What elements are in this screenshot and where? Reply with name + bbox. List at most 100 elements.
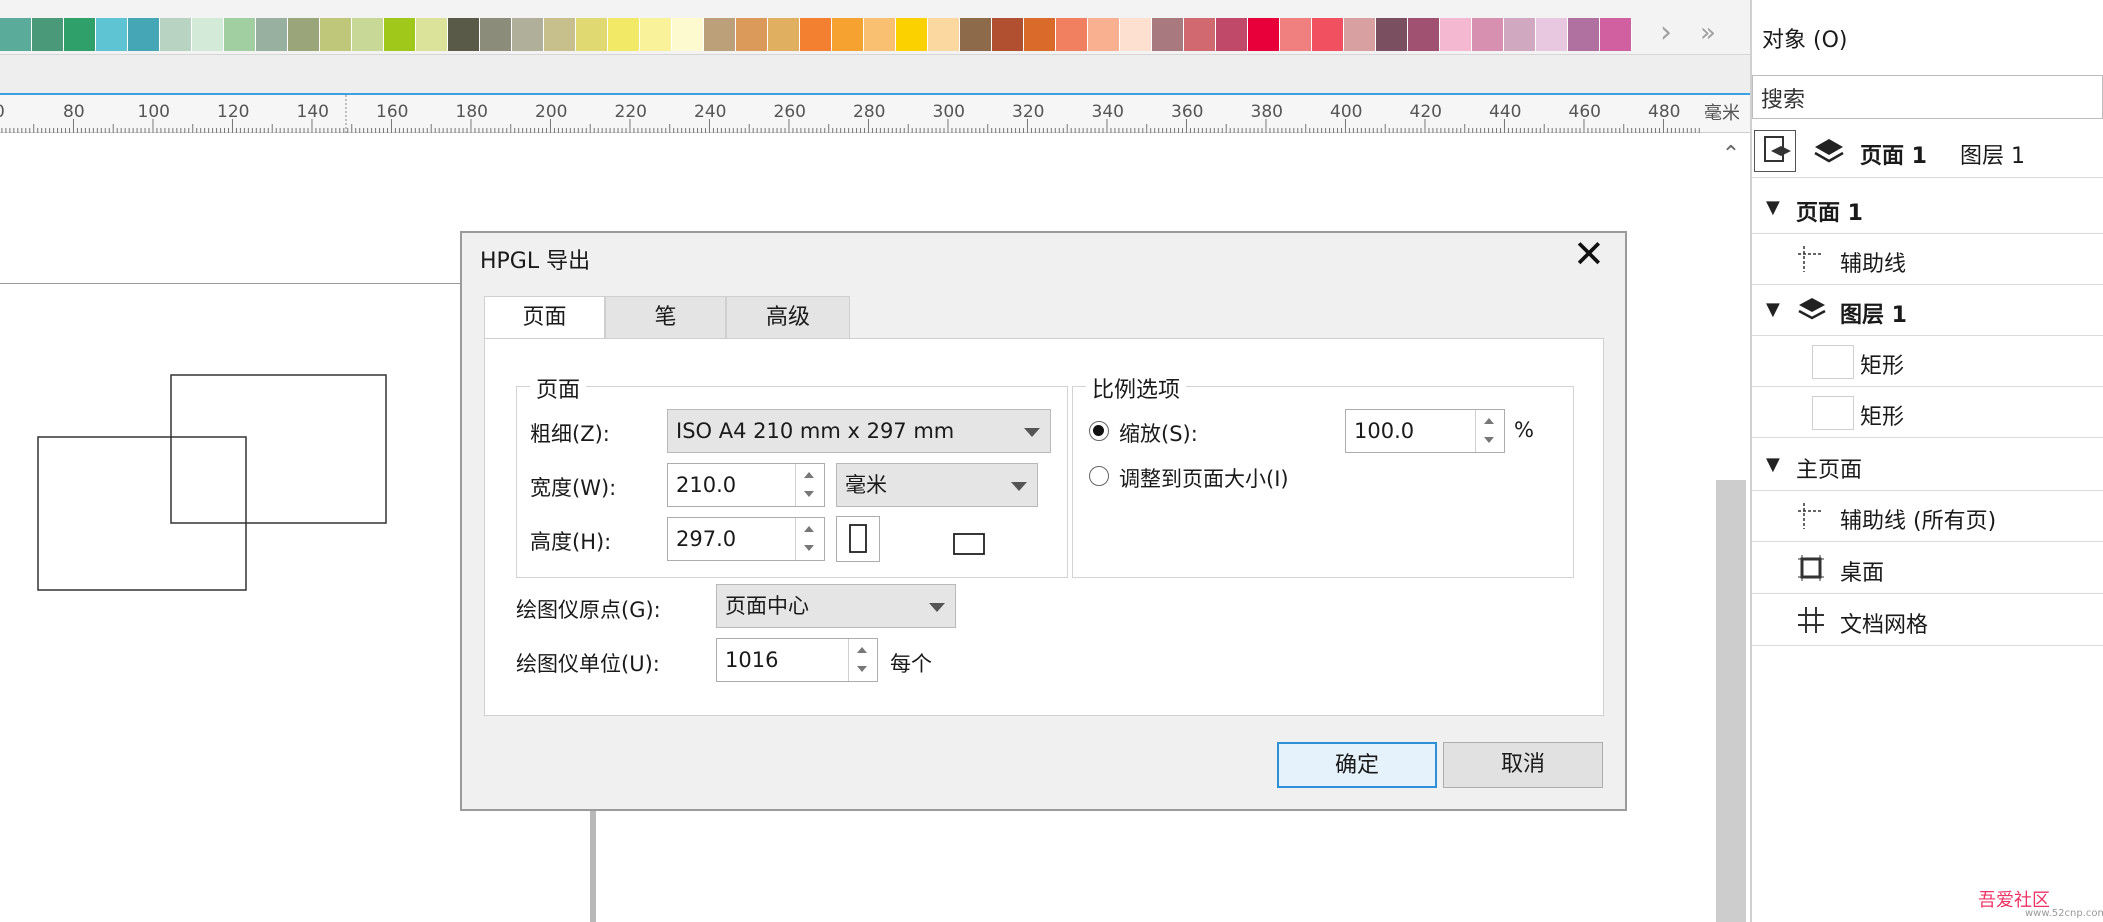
spin-down-icon[interactable] [804, 545, 814, 551]
color-swatch[interactable] [1056, 18, 1088, 51]
tree-item-rectangle[interactable]: 矩形 [1752, 387, 2103, 438]
color-swatch[interactable] [480, 18, 512, 51]
color-swatch[interactable] [1152, 18, 1184, 51]
search-input[interactable]: 搜索 [1752, 75, 2103, 119]
spin-up-icon[interactable] [857, 647, 867, 653]
color-swatch[interactable] [800, 18, 832, 51]
color-swatch[interactable] [352, 18, 384, 51]
tab-page[interactable]: 页面 [484, 296, 605, 341]
color-swatch[interactable] [1344, 18, 1376, 51]
tree-item-rectangle[interactable]: 矩形 [1752, 336, 2103, 387]
origin-dropdown[interactable]: 页面中心 [716, 584, 956, 628]
color-swatch[interactable] [1376, 18, 1408, 51]
triangle-down-icon[interactable]: ▼ [1766, 454, 1780, 475]
tree-item-desktop[interactable]: 桌面 [1752, 543, 2103, 594]
tree-item-guides-all-pages[interactable]: 辅助线 (所有页) [1752, 491, 2103, 542]
color-swatch[interactable] [96, 18, 128, 51]
chevron-right-icon[interactable]: › [1660, 16, 1672, 50]
color-swatch[interactable] [128, 18, 160, 51]
stepper-buttons[interactable] [795, 464, 824, 506]
landscape-button[interactable] [940, 522, 996, 562]
ok-button[interactable]: 确定 [1277, 742, 1437, 788]
tab-pen[interactable]: 笔 [605, 296, 726, 340]
color-swatch[interactable] [1568, 18, 1600, 51]
color-swatch[interactable] [32, 18, 64, 51]
color-swatch[interactable] [1024, 18, 1056, 51]
spin-up-icon[interactable] [804, 526, 814, 532]
color-swatch[interactable] [1536, 18, 1568, 51]
color-swatch[interactable] [384, 18, 416, 51]
color-swatch[interactable] [192, 18, 224, 51]
color-swatch[interactable] [640, 18, 672, 51]
color-swatch[interactable] [1248, 18, 1280, 51]
color-swatch[interactable] [576, 18, 608, 51]
spin-up-icon[interactable] [1484, 418, 1494, 424]
double-chevron-right-icon[interactable]: » [1700, 16, 1716, 50]
unit-dropdown[interactable]: 毫米 [836, 463, 1038, 507]
color-swatch[interactable] [704, 18, 736, 51]
scale-radio[interactable] [1089, 421, 1109, 441]
color-swatch[interactable] [1088, 18, 1120, 51]
spin-down-icon[interactable] [804, 491, 814, 497]
color-swatch[interactable] [768, 18, 800, 51]
triangle-down-icon[interactable]: ▼ [1766, 299, 1780, 320]
color-swatch[interactable] [288, 18, 320, 51]
tree-item-layer-1[interactable]: ▼ 图层 1 [1752, 285, 2103, 336]
color-swatch[interactable] [992, 18, 1024, 51]
color-swatch[interactable] [544, 18, 576, 51]
color-swatch[interactable] [960, 18, 992, 51]
color-swatch[interactable] [832, 18, 864, 51]
color-swatch[interactable] [672, 18, 704, 51]
color-swatch[interactable] [0, 18, 32, 51]
stepper-buttons[interactable] [848, 639, 877, 681]
color-swatch[interactable] [608, 18, 640, 51]
tab-advanced[interactable]: 高级 [726, 296, 850, 340]
triangle-down-icon[interactable]: ▼ [1766, 197, 1780, 218]
scale-stepper[interactable]: 100.0 [1345, 409, 1505, 453]
color-swatch[interactable] [256, 18, 288, 51]
height-stepper[interactable]: 297.0 [667, 517, 825, 561]
color-swatch[interactable] [512, 18, 544, 51]
color-swatch[interactable] [448, 18, 480, 51]
color-swatch[interactable] [896, 18, 928, 51]
spin-down-icon[interactable] [857, 666, 867, 672]
tree-item-page-1[interactable]: ▼ 页面 1 [1752, 183, 2103, 234]
color-swatch[interactable] [1120, 18, 1152, 51]
color-swatch[interactable] [1472, 18, 1504, 51]
color-swatch[interactable] [1280, 18, 1312, 51]
portrait-button[interactable] [836, 516, 880, 562]
color-swatch[interactable] [1216, 18, 1248, 51]
tree-item-master-page[interactable]: ▼ 主页面 [1752, 440, 2103, 491]
pages-view-button[interactable] [1754, 130, 1796, 172]
scrollbar-thumb[interactable] [1716, 480, 1746, 922]
color-swatch[interactable] [864, 18, 896, 51]
color-swatch[interactable] [416, 18, 448, 51]
stepper-buttons[interactable] [1475, 410, 1504, 452]
tree-item-guides[interactable]: 辅助线 [1752, 234, 2103, 285]
rectangle-shape[interactable] [170, 374, 387, 524]
stepper-buttons[interactable] [795, 518, 824, 560]
color-swatch[interactable] [928, 18, 960, 51]
color-swatch[interactable] [320, 18, 352, 51]
color-swatch[interactable] [1440, 18, 1472, 51]
scroll-up-icon[interactable]: ⌃ [1716, 140, 1746, 170]
color-swatch[interactable] [1312, 18, 1344, 51]
spin-down-icon[interactable] [1484, 437, 1494, 443]
color-swatch[interactable] [736, 18, 768, 51]
tree-item-document-grid[interactable]: 文档网格 [1752, 595, 2103, 646]
plotter-units-stepper[interactable]: 1016 [716, 638, 878, 682]
color-swatch[interactable] [1600, 18, 1632, 51]
cancel-button[interactable]: 取消 [1443, 742, 1603, 788]
color-swatch[interactable] [1408, 18, 1440, 51]
width-stepper[interactable]: 210.0 [667, 463, 825, 507]
fit-to-page-radio[interactable] [1089, 466, 1109, 486]
spin-up-icon[interactable] [804, 472, 814, 478]
color-swatch[interactable] [224, 18, 256, 51]
color-swatch[interactable] [160, 18, 192, 51]
rectangle-shape[interactable] [37, 436, 247, 591]
close-icon[interactable]: ✕ [1573, 234, 1605, 274]
color-swatch[interactable] [1184, 18, 1216, 51]
size-dropdown[interactable]: ISO A4 210 mm x 297 mm [667, 409, 1051, 453]
color-swatch[interactable] [64, 18, 96, 51]
color-swatch[interactable] [1504, 18, 1536, 51]
